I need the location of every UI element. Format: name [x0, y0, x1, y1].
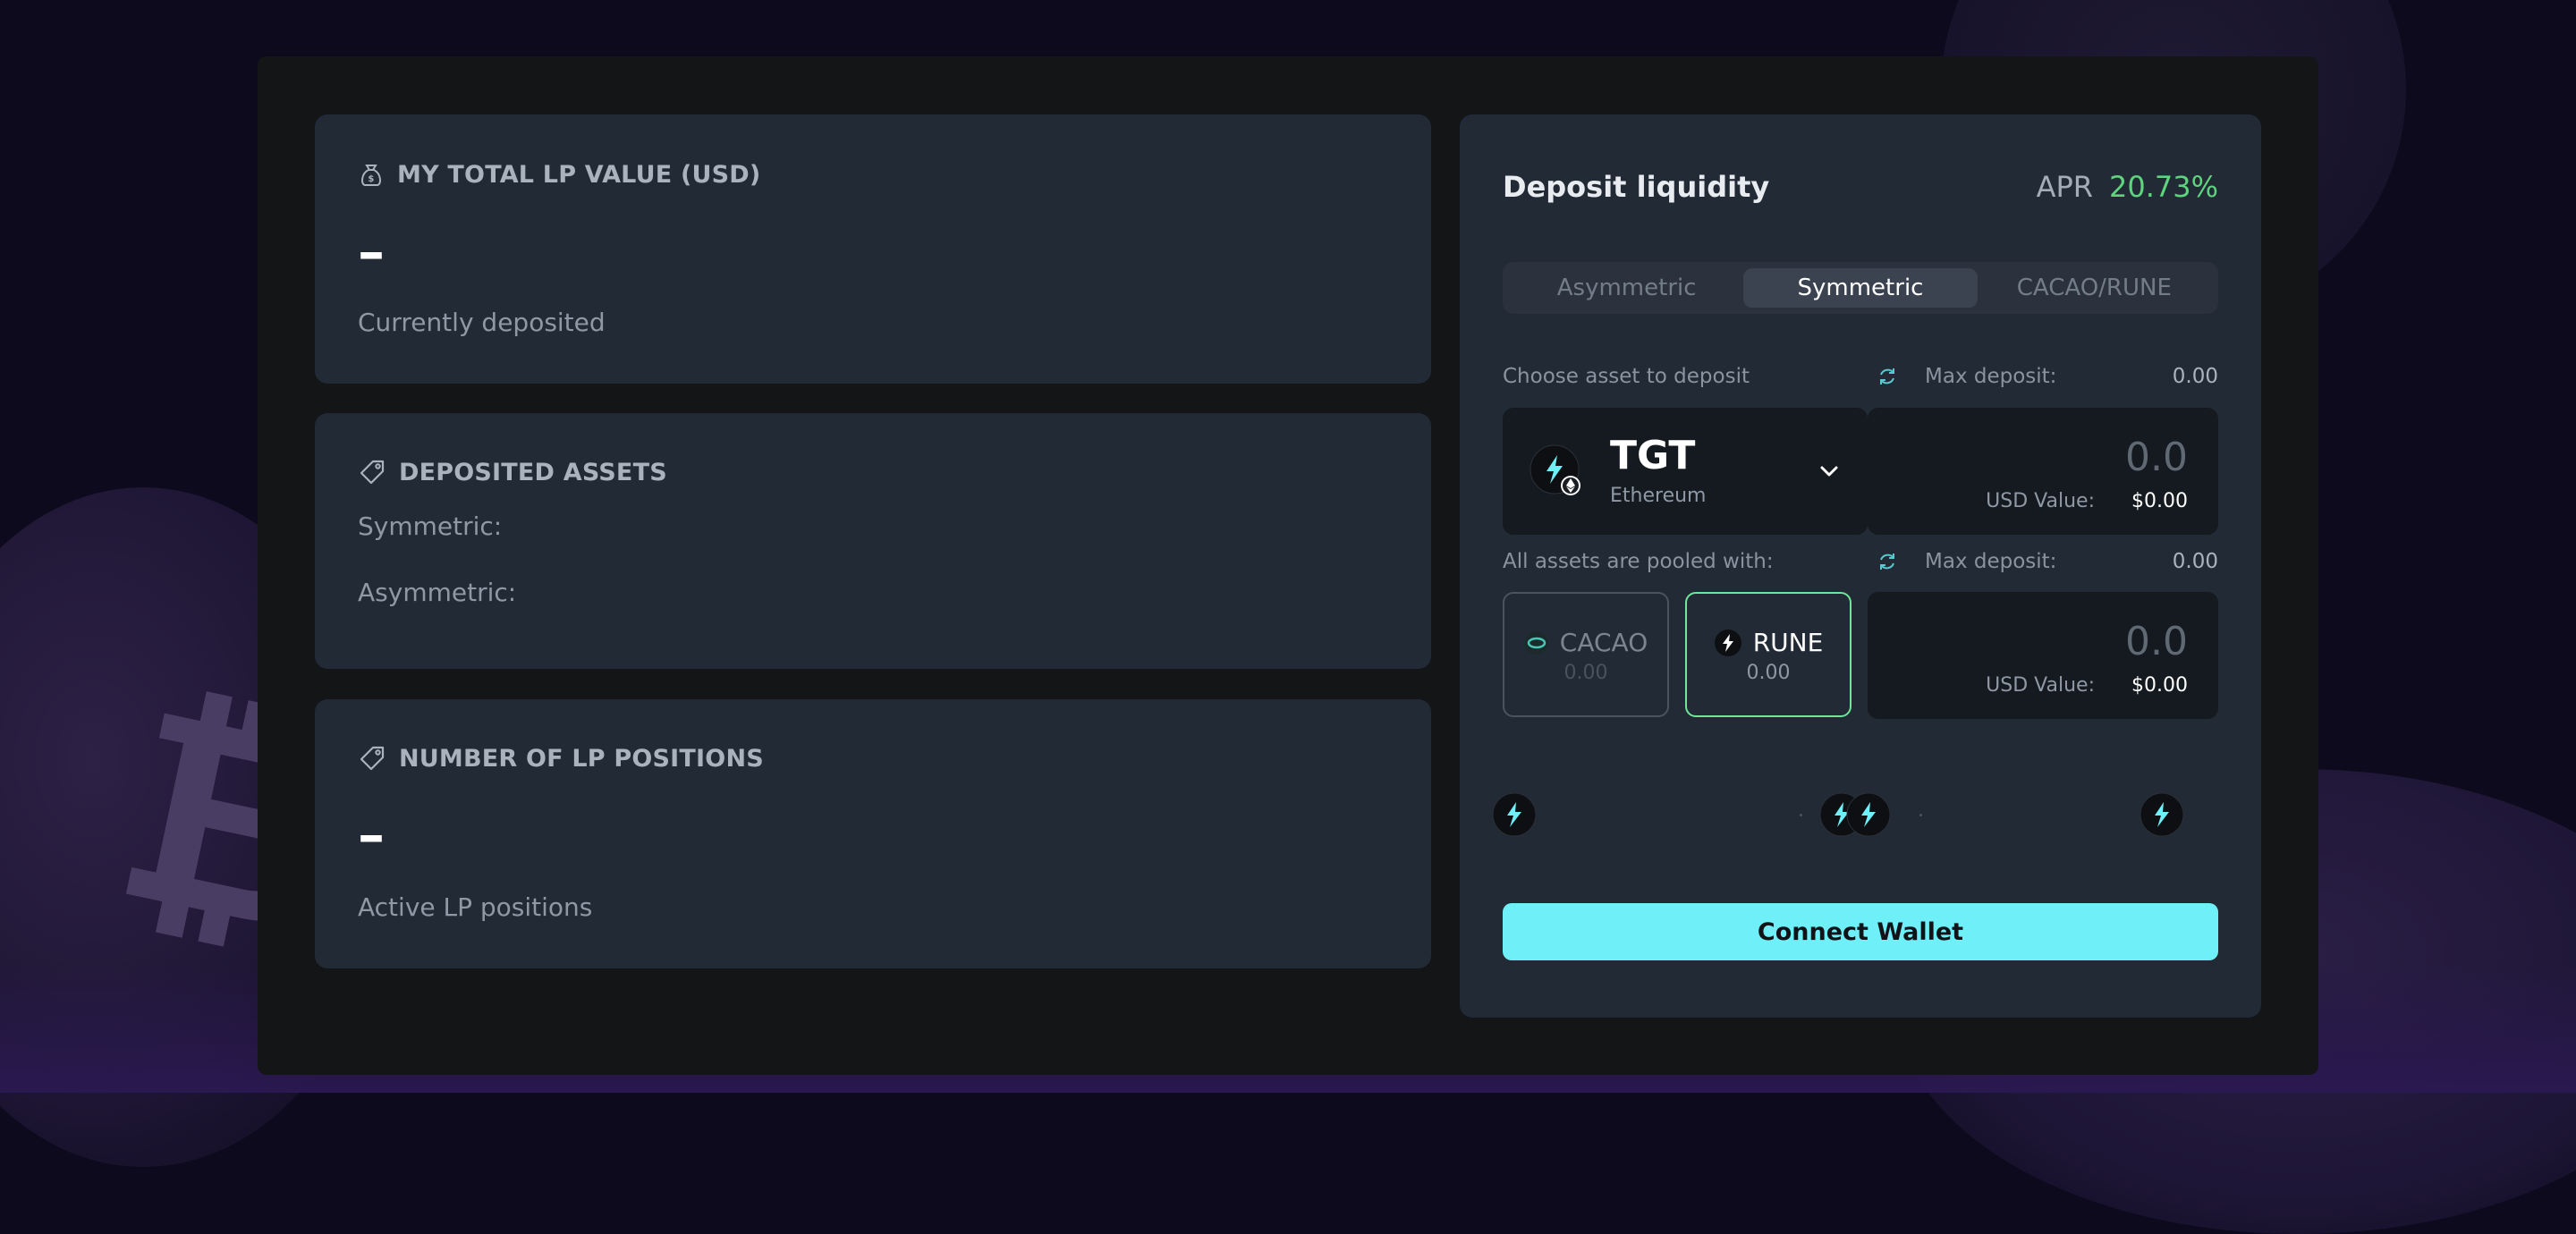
pooled-with-label: All assets are pooled with:	[1503, 550, 1774, 573]
lp-positions-value: –	[358, 804, 385, 866]
deposited-assets-header: DEPOSITED ASSETS	[358, 458, 667, 486]
total-lp-subtitle: Currently deposited	[358, 308, 606, 337]
total-lp-value: –	[358, 221, 385, 283]
asset-amount-value: 0.0	[2125, 435, 2188, 480]
pool-option-cacao[interactable]: CACAO 0.00	[1503, 592, 1669, 717]
asset-symbol: TGT	[1610, 433, 1696, 478]
tgt-token-icon	[1530, 444, 1580, 495]
lp-positions-title: NUMBER OF LP POSITIONS	[399, 744, 764, 773]
usd-value: $0.00	[2131, 490, 2188, 512]
chevron-down-icon[interactable]	[1818, 460, 1841, 483]
total-lp-header: $ MY TOTAL LP VALUE (USD)	[358, 161, 760, 189]
total-lp-card: $ MY TOTAL LP VALUE (USD) – Currently de…	[315, 114, 1431, 384]
apr-display: APR 20.73%	[2037, 170, 2218, 204]
asset-chain: Ethereum	[1610, 485, 1707, 507]
usd-value-label: USD Value:	[1986, 490, 2095, 512]
tab-cacao-rune[interactable]: CACAO/RUNE	[1978, 268, 2211, 308]
connect-wallet-button[interactable]: Connect Wallet	[1503, 903, 2218, 960]
refresh-icon[interactable]	[1877, 366, 1898, 387]
svg-text:$: $	[368, 174, 374, 184]
apr-value: 20.73%	[2108, 170, 2218, 204]
tab-symmetric[interactable]: Symmetric	[1743, 268, 1978, 308]
asymmetric-label: Asymmetric:	[358, 578, 517, 607]
max-deposit-label: Max deposit:	[1925, 550, 2057, 573]
lp-positions-header: NUMBER OF LP POSITIONS	[358, 744, 764, 773]
rune-coin-icon	[1492, 792, 1537, 837]
tab-asymmetric[interactable]: Asymmetric	[1510, 268, 1743, 308]
money-bag-icon: $	[360, 164, 382, 186]
rune-icon	[1714, 629, 1741, 656]
tag-icon	[360, 460, 385, 485]
tag-icon	[360, 746, 385, 771]
refresh-icon[interactable]	[1877, 551, 1898, 572]
usd-value-label: USD Value:	[1986, 674, 2095, 697]
usd-value: $0.00	[2131, 674, 2188, 697]
asset-amount-input[interactable]: 0.0 USD Value: $0.00	[1868, 408, 2218, 535]
max-deposit-value: 0.00	[2172, 365, 2218, 388]
deposited-assets-card: DEPOSITED ASSETS Symmetric: Asymmetric:	[315, 413, 1431, 669]
rune-coin-icon	[2140, 792, 2184, 837]
apr-label: APR	[2036, 170, 2093, 204]
lp-positions-card: NUMBER OF LP POSITIONS – Active LP posit…	[315, 699, 1431, 968]
panel-title: Deposit liquidity	[1503, 170, 1770, 204]
deposit-liquidity-panel: Deposit liquidity APR 20.73% Asymmetric …	[1460, 114, 2261, 1018]
asset-selector[interactable]: TGT Ethereum	[1503, 408, 1868, 535]
pool-option-label: CACAO	[1559, 628, 1648, 657]
choose-asset-label: Choose asset to deposit	[1503, 365, 1750, 388]
pool-option-rune[interactable]: RUNE 0.00	[1685, 592, 1852, 717]
pool-option-balance: 0.00	[1746, 662, 1791, 684]
pool-option-balance: 0.00	[1563, 662, 1608, 684]
deposit-type-tabs: Asymmetric Symmetric CACAO/RUNE	[1503, 262, 2218, 314]
symmetric-label: Symmetric:	[358, 511, 503, 541]
total-lp-title: MY TOTAL LP VALUE (USD)	[397, 161, 761, 189]
max-deposit-label: Max deposit:	[1925, 365, 2057, 388]
rune-coin-icon	[1846, 792, 1891, 837]
lp-positions-subtitle: Active LP positions	[358, 892, 593, 922]
rune-amount-value: 0.0	[2125, 619, 2188, 664]
cacao-icon	[1524, 630, 1548, 655]
rune-amount-input[interactable]: 0.0 USD Value: $0.00	[1868, 592, 2218, 719]
max-deposit-value: 0.00	[2172, 550, 2218, 573]
deposited-assets-title: DEPOSITED ASSETS	[399, 458, 667, 486]
pool-option-label: RUNE	[1752, 628, 1824, 657]
